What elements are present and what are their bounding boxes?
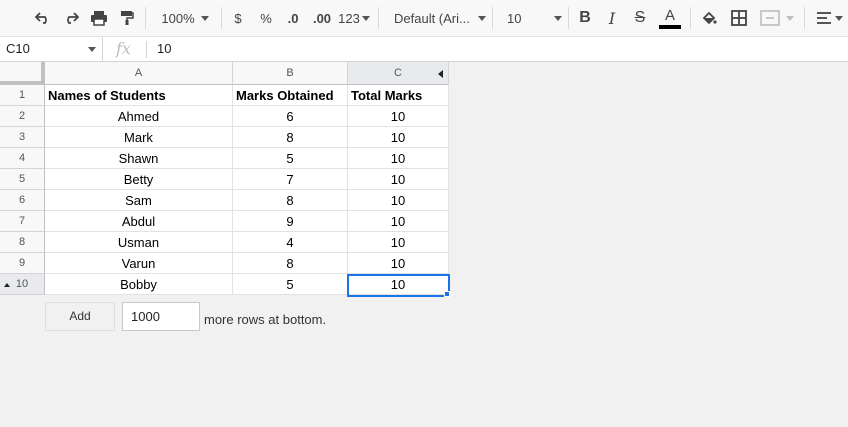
header-cell[interactable]: Total Marks	[348, 85, 449, 106]
selected-cell-outline	[347, 274, 450, 297]
fill-color-icon[interactable]	[699, 6, 719, 30]
table-cell[interactable]: Ahmed	[45, 106, 233, 127]
table-cell[interactable]: 9	[233, 211, 348, 232]
font-family-select[interactable]: Default (Ari...	[394, 6, 486, 30]
table-cell[interactable]: 10	[348, 148, 449, 169]
table-cell[interactable]: Sam	[45, 190, 233, 211]
table-cell[interactable]: Usman	[45, 232, 233, 253]
cell-reference: C10	[6, 41, 30, 56]
header-cell[interactable]: Marks Obtained	[233, 85, 348, 106]
print-icon[interactable]	[88, 6, 110, 30]
currency-format-button[interactable]: $	[230, 6, 246, 30]
collapse-arrow-icon[interactable]	[4, 283, 10, 287]
borders-icon[interactable]	[729, 6, 749, 30]
table-cell[interactable]: 10	[348, 106, 449, 127]
zoom-select[interactable]: 100%	[156, 6, 214, 30]
column-header-b[interactable]: B	[233, 62, 348, 85]
paint-format-icon[interactable]	[116, 6, 138, 30]
table-cell[interactable]: Bobby	[45, 274, 233, 295]
table-cell[interactable]: Varun	[45, 253, 233, 274]
row-header[interactable]: 3	[0, 127, 45, 148]
toolbar-divider	[804, 7, 805, 29]
add-rows-label: more rows at bottom.	[204, 312, 327, 327]
chevron-down-icon	[361, 15, 370, 21]
horizontal-align-icon[interactable]	[812, 6, 846, 30]
table-cell[interactable]: 8	[233, 127, 348, 148]
add-rows-button[interactable]: Add	[45, 302, 115, 331]
row-header[interactable]: 2	[0, 106, 45, 127]
row-header[interactable]: 9	[0, 253, 45, 274]
text-color-button[interactable]: A	[659, 6, 681, 30]
number-format-select[interactable]: 123	[338, 6, 370, 30]
name-box[interactable]: C10	[0, 37, 103, 61]
table-cell[interactable]: 10	[348, 253, 449, 274]
table-cell[interactable]: 6	[233, 106, 348, 127]
text-color-icon: A	[664, 6, 675, 24]
zoom-value: 100%	[161, 10, 195, 26]
toolbar-divider	[378, 7, 379, 29]
row-header[interactable]: 4	[0, 148, 45, 169]
number-format-label: 123	[338, 10, 360, 26]
percent-format-button[interactable]: %	[257, 6, 275, 30]
increase-decimal-button[interactable]: .00	[310, 6, 334, 30]
chevron-down-icon	[88, 47, 96, 52]
table-cell[interactable]: Abdul	[45, 211, 233, 232]
table-cell[interactable]: 5	[233, 148, 348, 169]
chevron-down-icon	[200, 15, 209, 21]
toolbar-divider	[690, 7, 691, 29]
chevron-down-icon	[478, 15, 486, 21]
formula-divider	[146, 41, 147, 58]
row-header[interactable]: 5	[0, 169, 45, 190]
strikethrough-button[interactable]: S	[631, 6, 649, 30]
table-cell[interactable]: 10	[348, 190, 449, 211]
header-cell[interactable]: Names of Students	[45, 85, 233, 106]
row-header[interactable]: 1	[0, 85, 45, 106]
row-header[interactable]: 8	[0, 232, 45, 253]
table-cell[interactable]: Shawn	[45, 148, 233, 169]
add-rows-count-input[interactable]: 1000	[122, 302, 200, 331]
table-cell[interactable]: 10	[348, 211, 449, 232]
column-header-c-label: C	[394, 67, 402, 79]
column-header-c[interactable]: C	[348, 62, 449, 85]
fx-icon: fx	[116, 39, 131, 58]
toolbar-divider	[145, 7, 146, 29]
table-cell[interactable]: Mark	[45, 127, 233, 148]
formula-input[interactable]: 10	[157, 37, 171, 61]
table-cell[interactable]: 4	[233, 232, 348, 253]
toolbar: 100% $ % .0 .00 123 Default (Ari... 10 B…	[0, 0, 848, 37]
merge-cells-icon[interactable]	[757, 6, 797, 30]
undo-icon[interactable]	[32, 6, 54, 30]
select-all-corner[interactable]	[0, 62, 45, 85]
decrease-decimal-button[interactable]: .0	[283, 6, 303, 30]
table-cell[interactable]: 8	[233, 253, 348, 274]
font-size-select[interactable]: 10	[507, 6, 562, 30]
toolbar-divider	[492, 7, 493, 29]
text-color-swatch	[659, 24, 681, 29]
row-header[interactable]: 10	[0, 274, 45, 295]
table-cell[interactable]: 10	[348, 127, 449, 148]
row-header-label: 10	[15, 278, 29, 290]
bold-button[interactable]: B	[576, 6, 594, 30]
italic-button[interactable]: I	[603, 6, 621, 30]
table-cell[interactable]: 5	[233, 274, 348, 295]
formula-bar: C10 fx 10	[0, 37, 848, 62]
toolbar-divider	[221, 7, 222, 29]
column-header-a[interactable]: A	[45, 62, 233, 85]
collapse-arrow-icon[interactable]	[438, 70, 444, 78]
font-size-value: 10	[507, 10, 522, 26]
row-header[interactable]: 6	[0, 190, 45, 211]
chevron-down-icon	[834, 15, 843, 21]
chevron-down-icon	[786, 15, 794, 21]
toolbar-divider	[568, 7, 569, 29]
redo-icon[interactable]	[60, 6, 82, 30]
font-family-value: Default (Ari...	[394, 10, 470, 26]
table-cell[interactable]: 10	[348, 169, 449, 190]
fill-handle[interactable]	[444, 291, 450, 297]
table-cell[interactable]: 7	[233, 169, 348, 190]
row-header[interactable]: 7	[0, 211, 45, 232]
table-cell[interactable]: Betty	[45, 169, 233, 190]
table-cell[interactable]: 10	[348, 232, 449, 253]
chevron-down-icon	[554, 15, 562, 21]
table-cell[interactable]: 8	[233, 190, 348, 211]
